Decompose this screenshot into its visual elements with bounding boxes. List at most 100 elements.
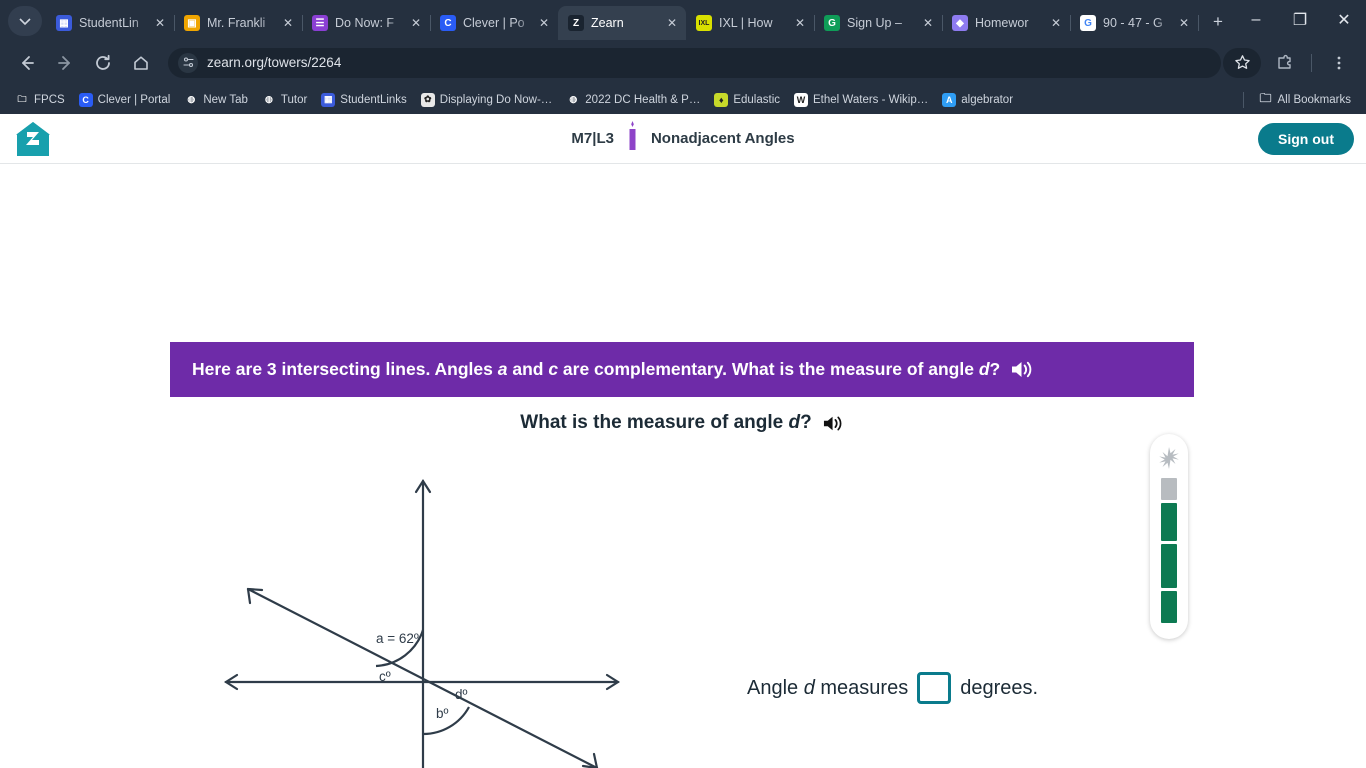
url-text: zearn.org/towers/2264	[207, 55, 342, 70]
tab-search-button[interactable]	[8, 6, 42, 36]
sub-question: What is the measure of angle d?	[170, 412, 1194, 434]
answer-prefix: Angle d measures	[747, 676, 909, 699]
bookmark-favicon-icon: W	[794, 92, 809, 107]
tab-title: 90 - 47 - G	[1103, 16, 1163, 30]
tab-title: StudentLin	[79, 16, 139, 30]
angle-label-d: dº	[455, 687, 468, 702]
tab-divider	[1198, 15, 1199, 31]
bookmark-item[interactable]: ◍ 2022 DC Health & P…	[559, 89, 707, 111]
lesson-title: Nonadjacent Angles	[650, 130, 795, 147]
bookmark-label: 2022 DC Health & P…	[585, 93, 701, 106]
browser-tab[interactable]: Z Zearn ✕	[558, 6, 686, 40]
speaker-icon[interactable]	[822, 414, 844, 433]
answer-input-box[interactable]	[917, 672, 952, 704]
tower-block	[1161, 544, 1177, 588]
forward-arrow-icon[interactable]	[49, 47, 81, 79]
bookmark-favicon-icon: ◍	[264, 94, 273, 104]
problem-prompt-banner: Here are 3 intersecting lines. Angles a …	[170, 342, 1194, 397]
bookmark-favicon-icon: ◍	[569, 94, 578, 104]
tab-title: IXL | How	[719, 16, 773, 30]
browser-chrome: ▦ StudentLin ✕ ▣ Mr. Frankli ✕ ☰ Do Now: F ✕ C Cle…	[0, 0, 1366, 114]
tab-title: Clever | Po	[463, 16, 525, 30]
answer-sentence: Angle d measures degrees.	[747, 672, 1038, 704]
google-icon: G	[1080, 15, 1096, 31]
new-tab-button[interactable]: +	[1204, 8, 1232, 36]
close-tab-button[interactable]: ✕	[280, 15, 296, 31]
close-tab-button[interactable]: ✕	[536, 15, 552, 31]
bookmark-label: Clever | Portal	[97, 93, 171, 106]
all-bookmarks-label: All Bookmarks	[1277, 93, 1352, 106]
bookmark-item[interactable]: ✿ Displaying Do Now-…	[414, 89, 559, 111]
bookmark-item[interactable]: ◍ New Tab	[177, 89, 255, 111]
bookmark-favicon-icon: ♦	[714, 92, 729, 107]
bookmark-item[interactable]: C Clever | Portal	[72, 89, 178, 111]
browser-tab[interactable]: ▦ StudentLin ✕	[46, 6, 175, 40]
maximize-button[interactable]: ❐	[1278, 0, 1322, 40]
tower-block	[1161, 503, 1177, 541]
slides-icon: ☰	[312, 15, 328, 31]
back-arrow-icon[interactable]	[11, 47, 43, 79]
all-bookmarks-area: 🗀 All Bookmarks	[1235, 85, 1359, 114]
browser-tab[interactable]: ☰ Do Now: F ✕	[302, 6, 431, 40]
bookmark-favicon-icon: ▦	[321, 92, 336, 107]
bookmark-item[interactable]: Aalgebrator	[935, 89, 1020, 111]
mini-tower-icon	[626, 121, 639, 156]
kebab-menu-icon[interactable]	[1323, 47, 1355, 79]
sign-out-button[interactable]: Sign out	[1258, 122, 1354, 155]
prompt-text: Here are 3 intersecting lines. Angles a …	[192, 359, 1001, 379]
tab-title: Homewor	[975, 16, 1029, 30]
bookmark-item[interactable]: 🗀 FPCS	[8, 89, 72, 111]
studentlinks-icon: ▦	[56, 15, 72, 31]
bookmark-item[interactable]: W Ethel Waters - Wikip…	[787, 89, 935, 111]
speaker-icon[interactable]	[1010, 359, 1034, 380]
close-window-button[interactable]: ✕	[1322, 0, 1366, 40]
bookmark-label: StudentLinks	[340, 93, 407, 106]
folder-icon: 🗀	[1259, 92, 1272, 106]
problem-workspace: What is the measure of angle d? a = 62º …	[170, 397, 1194, 768]
bookmarks-bar: 🗀 FPCS C Clever | Portal ◍ New Tab ◍ Tutor ▦ Stud…	[0, 85, 1366, 114]
browser-tab[interactable]: ▣ Mr. Frankli ✕	[174, 6, 303, 40]
bookmark-item[interactable]: ♦ Edulastic	[707, 89, 787, 111]
close-tab-button[interactable]: ✕	[1176, 15, 1192, 31]
bookmark-favicon-icon: ◍	[187, 94, 196, 104]
bookmark-favicon-icon: ✿	[420, 92, 435, 107]
home-icon[interactable]	[125, 47, 157, 79]
reload-icon[interactable]	[87, 47, 119, 79]
address-bar[interactable]: zearn.org/towers/2264	[168, 47, 1221, 78]
bookmark-item[interactable]: ◍ Tutor	[255, 89, 314, 111]
close-tab-button[interactable]: ✕	[1048, 15, 1064, 31]
bookmark-label: Displaying Do Now-…	[439, 93, 553, 106]
bookmark-item[interactable]: ▦ StudentLinks	[314, 89, 414, 111]
bookmark-label: Ethel Waters - Wikip…	[813, 93, 929, 106]
minimize-button[interactable]: –	[1234, 0, 1278, 40]
tab-strip: ▦ StudentLin ✕ ▣ Mr. Frankli ✕ ☰ Do Now: F ✕ C Cle…	[0, 0, 1366, 40]
close-tab-button[interactable]: ✕	[152, 15, 168, 31]
bookmark-star-icon[interactable]	[1223, 47, 1261, 78]
clever-icon: C	[440, 15, 456, 31]
tab-title: Do Now: F	[335, 16, 395, 30]
bookmark-label: Tutor	[280, 93, 308, 106]
close-tab-button[interactable]: ✕	[664, 15, 680, 31]
browser-tab[interactable]: ◆ Homewor ✕	[942, 6, 1071, 40]
angle-label-b: bº	[436, 706, 449, 721]
all-bookmarks-button[interactable]: 🗀 All Bookmarks	[1252, 89, 1359, 111]
bookmark-favicon-icon: C	[78, 92, 93, 107]
star-burst-icon	[1158, 447, 1180, 474]
sub-question-text: What is the measure of angle d?	[520, 412, 812, 433]
lesson-code: M7|L3	[571, 130, 614, 147]
answer-suffix: degrees.	[960, 676, 1039, 699]
progress-tower[interactable]	[1150, 434, 1188, 639]
lesson-content: Here are 3 intersecting lines. Angles a …	[0, 164, 1366, 768]
close-tab-button[interactable]: ✕	[920, 15, 936, 31]
browser-tab[interactable]: G Sign Up – ✕	[814, 6, 943, 40]
lesson-indicator: M7|L3 Nonadjacent Angles	[0, 121, 1366, 156]
browser-tab[interactable]: G 90 - 47 - G ✕	[1070, 6, 1199, 40]
close-tab-button[interactable]: ✕	[408, 15, 424, 31]
site-settings-icon[interactable]	[178, 52, 198, 73]
extensions-icon[interactable]	[1268, 47, 1300, 79]
window-controls: – ❐ ✕	[1234, 0, 1366, 40]
tower-block	[1161, 478, 1177, 500]
browser-tab[interactable]: IXL IXL | How ✕	[686, 6, 815, 40]
browser-tab[interactable]: C Clever | Po ✕	[430, 6, 559, 40]
close-tab-button[interactable]: ✕	[792, 15, 808, 31]
